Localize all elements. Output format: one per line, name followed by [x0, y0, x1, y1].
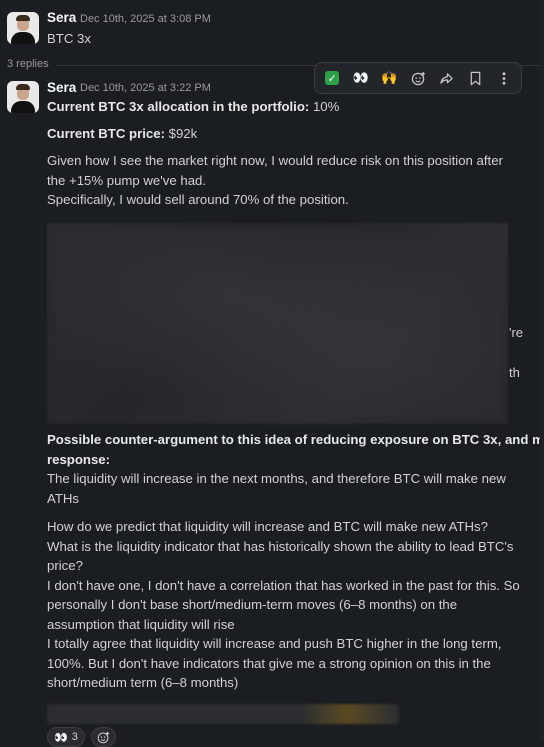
- replies-count[interactable]: 3 replies: [7, 58, 49, 70]
- eyes-icon: 👀: [54, 731, 68, 744]
- avatar[interactable]: [7, 81, 39, 113]
- allocation-value: 10%: [309, 99, 340, 114]
- eyes-reaction-button[interactable]: 👀: [350, 67, 373, 90]
- paragraph-line: I totally agree that liquidity will incr…: [47, 636, 502, 651]
- counter-argument-heading: Possible counter-argument to this idea o…: [47, 432, 544, 447]
- blurred-content: [47, 704, 399, 724]
- reaction-pill[interactable]: 👀 3: [47, 727, 85, 747]
- bookmark-button[interactable]: [464, 67, 487, 90]
- hands-reaction-button[interactable]: 🙌: [378, 67, 401, 90]
- partial-text: 're: [509, 325, 524, 340]
- partial-text: th: [509, 365, 520, 380]
- paragraph-line: ATHs: [47, 490, 79, 506]
- share-button[interactable]: [435, 67, 458, 90]
- timestamp[interactable]: Dec 10th, 2025 at 3:08 PM: [80, 13, 211, 25]
- add-reaction-icon: [97, 731, 110, 743]
- message-text: BTC 3x: [47, 31, 91, 46]
- timestamp[interactable]: Dec 10th, 2025 at 3:22 PM: [80, 82, 211, 94]
- blurred-content: [47, 223, 508, 424]
- paragraph-line: assumption that liquidity will rise: [47, 616, 235, 632]
- bookmark-icon: [470, 71, 480, 85]
- more-actions-button[interactable]: [492, 67, 515, 90]
- check-reaction-button[interactable]: ✓: [321, 67, 344, 90]
- paragraph-line: price?: [47, 558, 83, 573]
- paragraph-line: the +15% pump we've had.: [47, 172, 207, 188]
- paragraph-line: I don't have one, I don't have a correla…: [47, 577, 520, 593]
- price-value: $92k: [164, 126, 198, 141]
- author-name[interactable]: Sera: [47, 80, 76, 95]
- parent-message: Sera Dec 10th, 2025 at 3:08 PM BTC 3x: [0, 0, 544, 56]
- allocation-label: Current BTC 3x allocation in the portfol…: [47, 99, 310, 114]
- add-reaction-icon: [411, 71, 425, 85]
- paragraph-line: How do we predict that liquidity will in…: [47, 519, 488, 534]
- counter-argument-heading: response:: [47, 451, 111, 467]
- share-icon: [440, 72, 453, 84]
- message-actions-toolbar: ✓ 👀 🙌: [314, 62, 522, 94]
- check-icon: ✓: [325, 71, 340, 85]
- raised-hands-icon: 🙌: [381, 70, 398, 85]
- paragraph-line: Given how I see the market right now, I …: [47, 153, 503, 168]
- reaction-count: 3: [71, 731, 78, 743]
- add-reaction-button[interactable]: [91, 727, 116, 747]
- paragraph-line: The liquidity will increase in the next …: [47, 471, 506, 486]
- allocation-line: Current BTC 3x allocation in the portfol…: [47, 97, 339, 117]
- paragraph-line: short/medium term (6–8 months): [47, 675, 239, 690]
- eyes-icon: 👀: [352, 70, 369, 85]
- scrollbar[interactable]: [540, 0, 544, 741]
- avatar[interactable]: [7, 12, 39, 44]
- more-vertical-icon: [502, 71, 506, 85]
- price-label: Current BTC price:: [47, 126, 165, 141]
- paragraph-line: What is the liquidity indicator that has…: [47, 538, 514, 554]
- author-name[interactable]: Sera: [47, 10, 76, 25]
- paragraph-line: Specifically, I would sell around 70% of…: [47, 192, 349, 207]
- paragraph-line: personally I don't base short/medium-ter…: [47, 597, 458, 612]
- paragraph-line: 100%. But I don't have indicators that g…: [47, 655, 491, 671]
- price-line: Current BTC price: $92k: [47, 124, 197, 144]
- add-reaction-button[interactable]: [407, 67, 430, 90]
